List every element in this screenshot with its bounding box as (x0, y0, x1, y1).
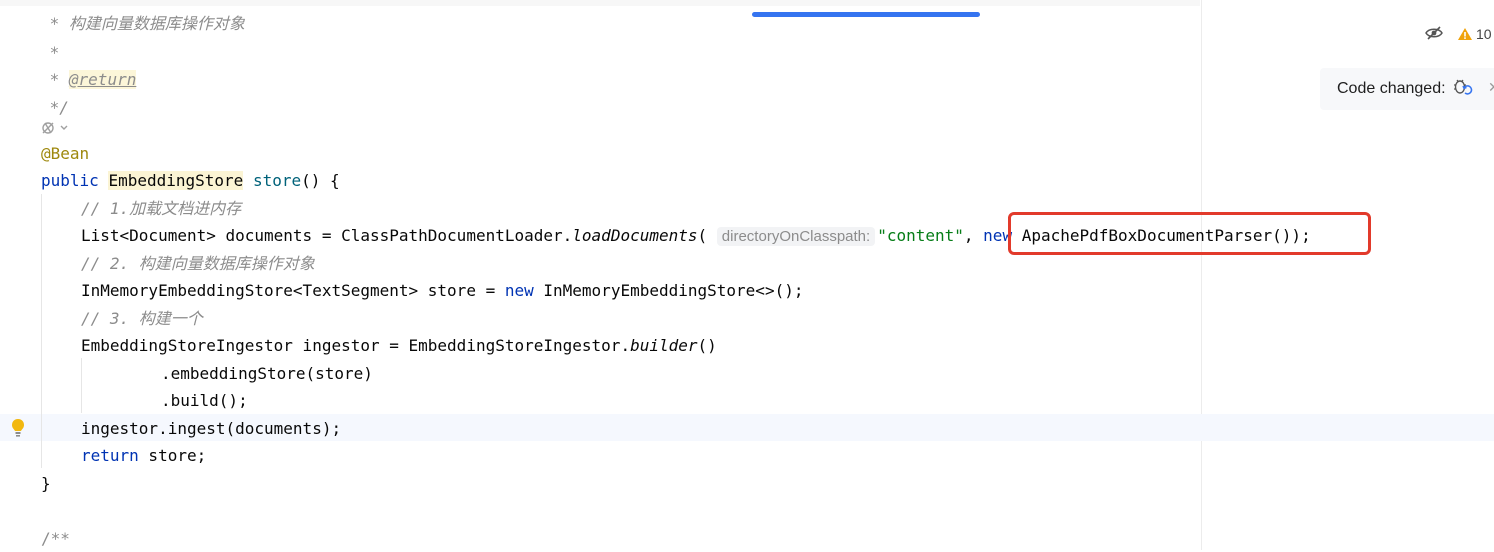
code-line-chain: .build(); (161, 391, 248, 410)
editor-tab-strip (0, 0, 1200, 6)
code-line-comment: // 1.加载文档进内存 (81, 199, 242, 218)
lightbulb-icon[interactable] (11, 418, 25, 438)
active-tab-indicator[interactable] (752, 12, 980, 17)
code-text: InMemoryEmbeddingStore<TextSegment> stor… (81, 281, 505, 300)
eye-hidden-icon[interactable] (1425, 25, 1443, 43)
code-changed-label: Code changed: (1337, 80, 1446, 97)
javadoc-return-tag: @return (68, 70, 137, 89)
code-text: InMemoryEmbeddingStore<>(); (533, 281, 804, 300)
code-text: EmbeddingStoreIngestor ingestor = Embedd… (81, 336, 631, 355)
code-line: * @return (40, 66, 137, 93)
code-line-comment: // 2. 构建向量数据库操作对象 (81, 254, 315, 273)
code-line-close-brace: } (41, 474, 51, 493)
code-line-comment: // 3. 构建一个 (81, 309, 203, 328)
code-line-chain: .embeddingStore(store) (161, 364, 373, 383)
return-type: EmbeddingStore (108, 171, 244, 190)
warning-count: 10 (1476, 26, 1492, 42)
warning-icon (1458, 28, 1472, 40)
code-line-ingestor: EmbeddingStoreIngestor ingestor = Embedd… (81, 332, 717, 359)
bean-gutter-icon[interactable] (40, 119, 70, 139)
keyword: new (504, 281, 534, 300)
code-line: * (40, 43, 60, 62)
code-text: ( (697, 226, 708, 245)
code-text: , (963, 226, 984, 245)
static-method-call: loadDocuments (572, 226, 698, 245)
code-text: () (697, 336, 717, 355)
indent-guide (81, 358, 82, 413)
close-icon[interactable]: ✕ (1488, 80, 1494, 96)
parameter-hint: directoryOnClasspath: (716, 227, 876, 246)
code-text: store; (138, 446, 207, 465)
code-line-method-signature: public EmbeddingStore store() { (41, 167, 340, 194)
code-line-annotation: @Bean (41, 144, 90, 163)
string-literal: "content" (877, 226, 964, 245)
code-line-store: InMemoryEmbeddingStore<TextSegment> stor… (81, 277, 803, 304)
warning-indicator[interactable]: 10 (1457, 26, 1492, 42)
code-line-ingest: ingestor.ingest(documents); (81, 419, 342, 438)
method-name: store (252, 171, 302, 190)
code-line-return: return store; (81, 442, 206, 469)
highlight-annotation-box (1008, 212, 1371, 255)
code-text: List<Document> documents = ClassPathDocu… (81, 226, 573, 245)
javadoc-prefix: * (40, 70, 69, 89)
keyword: return (81, 446, 139, 465)
code-changed-notification[interactable]: Code changed: (1320, 68, 1494, 110)
keyword: public (41, 171, 109, 190)
indent-guide (41, 194, 42, 468)
static-method-call: builder (630, 336, 698, 355)
reload-debug-icon[interactable] (1452, 77, 1474, 102)
code-line-doc-start: /** (41, 529, 70, 548)
code-line: */ (40, 98, 69, 117)
right-margin-guide (1201, 0, 1202, 550)
editor-inspection-widget[interactable]: 10 (1425, 24, 1492, 44)
code-line: * 构建向量数据库操作对象 (40, 14, 245, 33)
method-tail: () { (301, 171, 340, 190)
